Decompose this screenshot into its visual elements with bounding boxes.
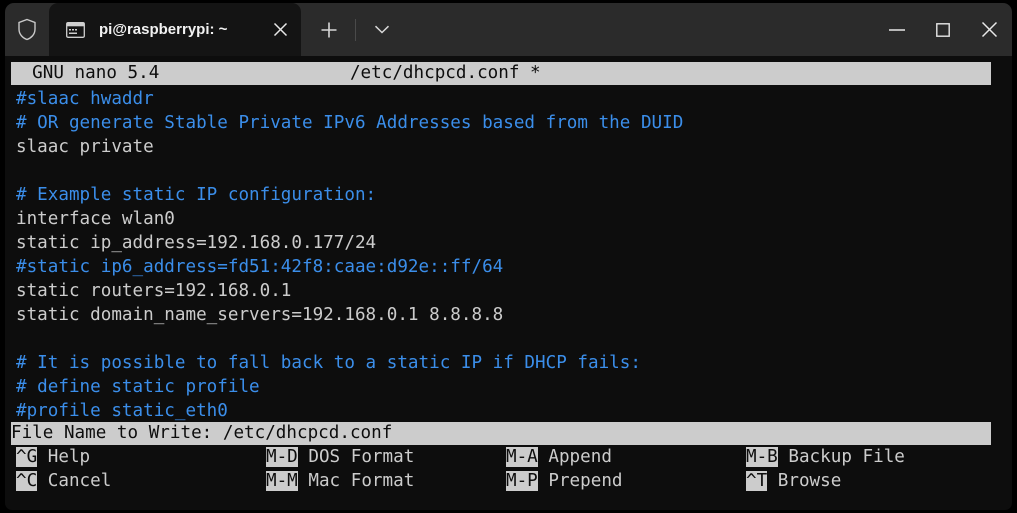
nano-title-bar: GNU nano 5.4 /etc/dhcpcd.conf * <box>11 62 991 85</box>
shortcut-item[interactable]: ^T Browse <box>746 469 841 493</box>
shortcut-label: Backup File <box>777 447 905 467</box>
editor-line: static ip_address=192.168.0.177/24 <box>16 233 377 253</box>
close-button[interactable] <box>966 3 1012 56</box>
shortcut-row-1: ^G Help M-D DOS Format M-A Append M-B Backu… <box>16 445 1012 469</box>
maximize-button[interactable] <box>920 3 966 56</box>
shortcut-label: Help <box>37 447 91 467</box>
shortcut-label: Prepend <box>537 471 623 491</box>
shortcut-key: M-B <box>746 447 778 467</box>
shortcut-key: ^G <box>16 447 38 467</box>
minimize-button[interactable] <box>874 3 920 56</box>
editor-line: # Example static IP configuration: <box>16 185 377 205</box>
terminal-content[interactable]: GNU nano 5.4 /etc/dhcpcd.conf * #slaac h… <box>5 56 1012 510</box>
shortcut-item[interactable]: M-B Backup File <box>746 445 905 469</box>
editor-line: #static ip6_address=fd51:42f8:caae:d92e:… <box>16 257 504 277</box>
shortcut-key: M-D <box>266 447 298 467</box>
nano-prompt-bar[interactable]: File Name to Write: /etc/dhcpcd.conf <box>11 422 991 445</box>
shortcut-item[interactable]: M-M Mac Format <box>266 469 414 493</box>
toolbar-divider <box>355 18 356 41</box>
new-tab-button[interactable] <box>309 3 349 56</box>
terminal-window: pi@raspberrypi: ~ GNU nano 5.4 /etc/dhcp… <box>0 0 1017 513</box>
shortcut-label: Mac Format <box>297 471 415 491</box>
titlebar-drag-area <box>402 3 874 56</box>
editor-line: # define static profile <box>16 377 260 397</box>
shortcut-item[interactable]: M-D DOS Format <box>266 445 414 469</box>
editor-line: static routers=192.168.0.1 <box>16 281 292 301</box>
tab-pi-raspberrypi[interactable]: pi@raspberrypi: ~ <box>49 3 301 56</box>
tab-close-icon[interactable] <box>259 3 301 56</box>
shortcut-item[interactable]: M-A Append <box>506 445 612 469</box>
editor-line: slaac private <box>16 137 154 157</box>
shortcut-label: DOS Format <box>297 447 415 467</box>
editor-line: # It is possible to fall back to a stati… <box>16 353 641 373</box>
shortcut-key: ^C <box>16 471 38 491</box>
shortcut-key: M-M <box>266 471 298 491</box>
shortcut-label: Browse <box>767 471 842 491</box>
editor-line: # OR generate Stable Private IPv6 Addres… <box>16 113 684 133</box>
shortcut-item[interactable]: ^G Help <box>16 445 90 469</box>
shortcut-item[interactable]: ^C Cancel <box>16 469 111 493</box>
shortcut-row-2: ^C Cancel M-M Mac Format M-P Prepend ^T Bro… <box>16 469 1012 493</box>
shortcut-label: Cancel <box>37 471 112 491</box>
nano-shortcut-bar: ^G Help M-D DOS Format M-A Append M-B Backu… <box>16 445 1012 495</box>
shortcut-key: ^T <box>746 471 768 491</box>
editor-line: static domain_name_servers=192.168.0.1 8… <box>16 305 504 325</box>
shield-icon[interactable] <box>5 3 49 56</box>
shortcut-item[interactable]: M-P Prepend <box>506 469 623 493</box>
shortcut-key: M-A <box>506 447 538 467</box>
tab-dropdown-button[interactable] <box>362 3 402 56</box>
window-titlebar: pi@raspberrypi: ~ <box>5 3 1012 56</box>
editor-line: #profile static_eth0 <box>16 401 228 421</box>
terminal-icon <box>66 21 85 38</box>
shortcut-key: M-P <box>506 471 538 491</box>
shortcut-label: Append <box>537 447 612 467</box>
tab-title: pi@raspberrypi: ~ <box>99 21 228 38</box>
nano-editor-text[interactable]: #slaac hwaddr # OR generate Stable Privat… <box>16 87 1012 423</box>
editor-line: interface wlan0 <box>16 209 175 229</box>
editor-line: #slaac hwaddr <box>16 89 154 109</box>
